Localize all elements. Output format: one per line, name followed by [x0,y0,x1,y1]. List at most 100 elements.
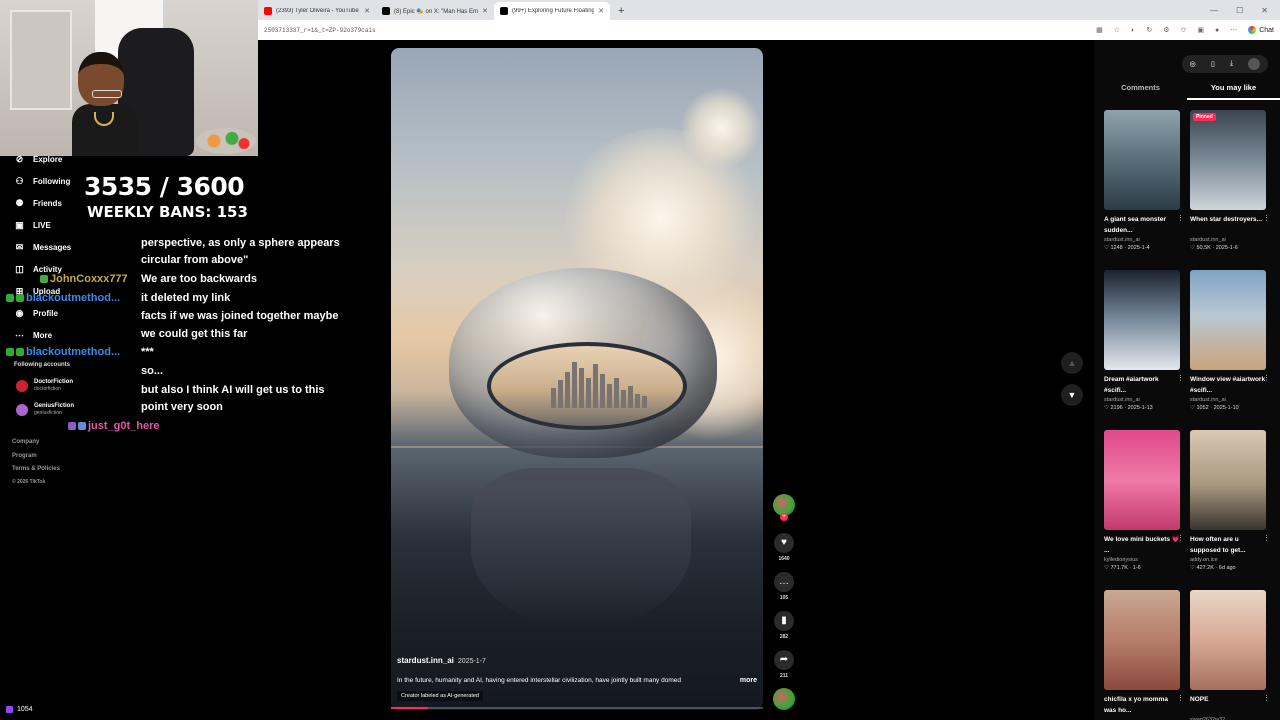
video-thumbnail[interactable] [1190,270,1266,370]
card-author[interactable]: stardust.inn_ai [1104,397,1180,403]
share-button[interactable]: ➦ 211 [770,650,798,679]
video-thumbnail[interactable] [1190,590,1266,690]
pip-icon[interactable]: ▯ [1211,60,1215,68]
profile-icon[interactable]: ● [1215,27,1219,34]
recommended-video-card[interactable]: NOPE ⋮ swag2632w32 [1190,590,1270,720]
card-more-icon[interactable]: ⋮ [1263,374,1270,382]
new-tab-button[interactable]: + [610,5,632,20]
sidebar-item-live[interactable]: ▣ LIVE [14,220,51,231]
sidebar-item-activity[interactable]: ◫ Activity [14,264,62,275]
save-button[interactable]: ▮ 282 [770,611,798,640]
chat-button[interactable]: Chat [1248,26,1274,34]
recommended-video-card[interactable]: A giant sea monster sudden... ⋮ stardust.i… [1104,110,1184,251]
video-thumbnail[interactable] [1104,430,1180,530]
following-account[interactable]: DoctorFiction doctorfiction [16,379,73,392]
recommended-video-card[interactable]: Dream #aiartwork #scifi... ⋮ stardust.inn_… [1104,270,1184,411]
tab-you-may-like[interactable]: You may like [1187,80,1280,100]
recommended-video-card[interactable]: We love mini buckets 💗 ... ⋮ kylledionysiu… [1104,430,1184,571]
video-thumbnail[interactable] [1190,430,1266,530]
card-more-icon[interactable]: ⋮ [1177,214,1184,222]
close-tab-icon[interactable]: ✕ [364,7,370,15]
close-window-icon[interactable]: ✕ [1261,6,1268,15]
tab-comments[interactable]: Comments [1094,80,1187,100]
video-author[interactable]: stardust.inn_ai [397,656,454,665]
video-player[interactable]: stardust.inn_ai 2025-1-7 In the future, h… [391,48,763,710]
maximize-icon[interactable]: ☐ [1236,6,1243,15]
follow-plus-icon[interactable]: + [780,513,788,521]
webcam-rug [196,128,256,154]
like-button[interactable]: ♥ 1640 [770,533,798,562]
browser-tab[interactable]: (2393) Tyler Oliveira - YouTube ✕ [258,2,376,20]
sidebar-item-friends[interactable]: ⚉ Friends [14,198,61,209]
minimize-icon[interactable]: — [1210,6,1218,15]
footer-link-company[interactable]: Company [12,439,39,445]
settings-icon[interactable]: ⚙ [1163,26,1169,34]
video-thumbnail[interactable] [1104,590,1180,690]
menu-icon[interactable]: ⋯ [1230,26,1237,34]
card-more-icon[interactable]: ⋮ [1263,214,1270,222]
card-author[interactable]: kylledionysius [1104,557,1180,563]
card-likes: 771.7K [1110,565,1128,571]
browser-tab[interactable]: (8) Epic 🎭 on X: "Man Has Emoti... ✕ [376,2,494,20]
pinned-badge: Pinned [1193,113,1216,121]
browser-tab-active[interactable]: (99+) Exploring Future Floating Cit... ✕ [494,2,610,20]
sidebar-item-profile[interactable]: ◉ Profile [14,308,58,319]
extension-icon[interactable]: ◐ [1131,27,1135,34]
card-author[interactable]: stardust.inn_ai [1104,237,1180,243]
recommended-video-card[interactable]: Window view #aiartwork #scifi... ⋮ stardus… [1190,270,1270,411]
chat-label: Chat [1259,26,1274,34]
card-author[interactable]: addy.on.ice [1190,557,1266,563]
card-date: 6d ago [1218,565,1236,571]
footer-link-terms[interactable]: Terms & Policies [12,466,60,472]
sidebar-item-following[interactable]: ⚇ Following [14,176,70,187]
music-disc[interactable] [770,688,798,710]
copyright: © 2026 TikTok [12,479,46,485]
card-title: chicfila x yo momma was ho... [1104,696,1168,714]
collections-icon[interactable]: ▣ [1197,26,1204,34]
sidebar-item-explore[interactable]: ⊘ Explore [14,154,63,165]
refresh-icon[interactable]: ↻ [1146,26,1152,34]
avatar [16,379,28,392]
favorites-icon[interactable]: ✩ [1180,26,1186,34]
video-thumbnail[interactable] [1104,110,1180,210]
card-more-icon[interactable]: ⋮ [1177,374,1184,382]
close-tab-icon[interactable]: ✕ [598,7,604,15]
comment-button[interactable]: … 105 [770,572,798,601]
card-meta: ♡ 50.5K · 2025-1-6 [1190,245,1238,251]
video-thumbnail[interactable] [1104,270,1180,370]
previous-video-button[interactable]: ▲ [1061,352,1083,374]
url-field[interactable]: 2503713337_r=1&_t=ZP-92o379cais [264,27,1096,34]
card-author[interactable]: stardust.inn_ai [1190,397,1266,403]
share-icon: ➦ [774,650,794,670]
following-account[interactable]: GeniusFiction geniusfiction [16,403,74,416]
recommended-video-card[interactable]: How often are u supposed to get... ⋮ addy.… [1190,430,1270,571]
like-count: 1640 [778,556,790,562]
card-more-icon[interactable]: ⋮ [1263,534,1270,542]
card-more-icon[interactable]: ⋮ [1263,694,1270,702]
autoscroll-icon[interactable]: ◎ [1190,60,1196,68]
video-date: 2025-1-7 [457,658,486,665]
avatar[interactable] [1248,58,1261,70]
card-more-icon[interactable]: ⋮ [1177,694,1184,702]
close-tab-icon[interactable]: ✕ [482,7,488,15]
card-author[interactable]: stardust.inn_ai [1190,237,1266,243]
recommended-video-card[interactable]: Pinned When star destroyers... ⋮ stardust.i… [1190,110,1270,251]
next-video-button[interactable]: ▼ [1061,384,1083,406]
bookmark-star-icon[interactable]: ☆ [1114,26,1120,34]
more-button[interactable]: more [740,677,757,684]
card-meta: ♡ 427.2K · 6d ago [1190,565,1236,571]
sidebar-item-more[interactable]: ⋯ More [14,330,52,341]
live-icon: ▣ [15,220,24,230]
translate-icon[interactable]: ▦ [1096,26,1103,34]
recommended-video-card[interactable]: chicfila x yo momma was ho... ⋮ [1104,590,1184,716]
creator-avatar[interactable]: + [770,494,798,521]
video-progress-bar[interactable] [391,707,763,709]
tab-title: (2393) Tyler Oliveira - YouTube [276,8,359,14]
video-thumbnail[interactable]: Pinned [1190,110,1266,210]
sidebar-item-upload[interactable]: ⊞ Upload [14,286,60,297]
sidebar-item-messages[interactable]: ✉ Messages [14,242,72,253]
copilot-icon [1248,26,1257,34]
card-more-icon[interactable]: ⋮ [1177,534,1184,542]
download-icon[interactable]: ⤓ [1230,60,1233,68]
footer-link-program[interactable]: Program [12,453,37,459]
